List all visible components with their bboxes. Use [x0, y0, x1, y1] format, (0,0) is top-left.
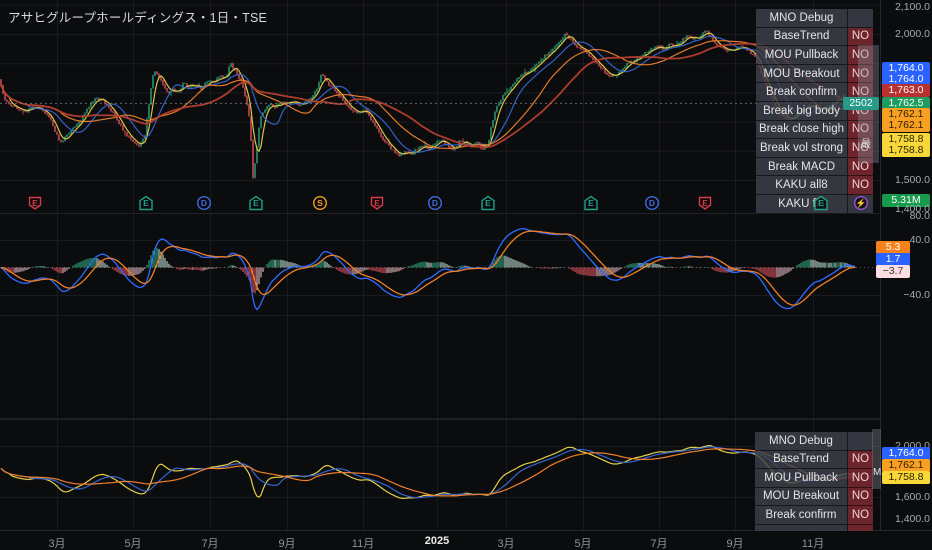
event-marker-circle: S — [312, 195, 328, 211]
table-row: Break vol strongNO — [756, 139, 873, 158]
value-panel-strip — [872, 429, 881, 489]
table-row: MNO Debug — [755, 432, 873, 451]
table-row-label: Break confirm — [756, 83, 848, 102]
table-row: MOU PullbackNO — [756, 46, 873, 65]
ticker-code-badge: 2502 — [843, 97, 879, 110]
price-badge: −3.7 — [876, 265, 910, 278]
svg-text:E: E — [702, 198, 708, 208]
x-axis-label: 5月 — [574, 535, 591, 550]
event-marker-house: E — [138, 195, 154, 211]
scale-label: 1,500.0 — [882, 174, 930, 187]
table-row-label: MOU Breakout — [755, 488, 848, 507]
table-row-value: NO — [848, 488, 873, 507]
table-row: MNO Debug — [756, 9, 873, 28]
price-badge: 1,758.8 — [882, 144, 930, 157]
table-row-label: MOU Breakout — [756, 65, 848, 84]
x-axis-label: 9月 — [278, 535, 295, 550]
svg-text:S: S — [317, 198, 323, 208]
svg-text:E: E — [32, 198, 38, 208]
svg-text:E: E — [485, 198, 491, 208]
table-row-partial — [755, 525, 873, 532]
trading-chart-window: アサヒグループホールディングス・1日・TSE E E D E S E D E E D E E ⚡ 2,1… — [0, 0, 932, 550]
table-row-value: NO — [848, 176, 873, 195]
table-row-value — [848, 9, 873, 28]
x-axis-label: 9月 — [726, 535, 743, 550]
scale-label: 1,600.0 — [882, 491, 930, 504]
table-row: KAKU all8NO — [756, 176, 873, 195]
x-axis-label: 7月 — [650, 535, 667, 550]
table-row-value: NO — [848, 28, 873, 47]
table-row-label: MOU Pullback — [755, 469, 848, 488]
svg-text:E: E — [588, 198, 594, 208]
table-row-label: BaseTrend — [755, 451, 848, 470]
table-row: Break close highNO — [756, 121, 873, 140]
scale-label: 1,400.0 — [882, 513, 930, 526]
table-row-label: Break MACD — [756, 158, 848, 177]
table-row-label: BaseTrend — [756, 28, 848, 47]
lightning-marker-circle: ⚡ — [853, 195, 869, 211]
svg-text:D: D — [649, 198, 655, 208]
table-row: BaseTrendNO — [756, 28, 873, 47]
table-row: MOU PullbackNO — [755, 469, 873, 488]
table-row: MOU BreakoutNO — [756, 65, 873, 84]
event-marker-house: E — [583, 195, 599, 211]
event-marker-circle: D — [427, 195, 443, 211]
svg-text:⚡: ⚡ — [856, 198, 867, 209]
event-marker-shield: E — [27, 195, 43, 211]
scale-text-fragment: 最 — [861, 135, 871, 150]
table-row: MOU BreakoutNO — [755, 488, 873, 507]
scale-label: 2,100.0 — [882, 1, 930, 14]
table-row-label: Break big body — [756, 102, 848, 121]
table-row-label: KAKU all8 — [756, 176, 848, 195]
indicator-status-table-bottom: MNO DebugBaseTrendNOMOU PullbackNOMOU Br… — [755, 432, 873, 531]
scale-label: 80.0 — [882, 210, 930, 223]
x-axis-label: 7月 — [201, 535, 218, 550]
table-row-label: MNO Debug — [756, 9, 848, 28]
table-row-label — [755, 525, 848, 532]
symbol-title[interactable]: アサヒグループホールディングス・1日・TSE — [8, 7, 267, 26]
x-axis-label: 11月 — [352, 535, 374, 550]
table-row-value: NO — [848, 451, 873, 470]
scale-text-fragment: M — [873, 467, 881, 478]
x-axis-label: 3月 — [497, 535, 514, 550]
table-row-label: Break vol strong — [756, 139, 848, 158]
table-row: Break MACDNO — [756, 158, 873, 177]
table-row-label: MNO Debug — [755, 432, 848, 451]
x-axis-label: 2025 — [425, 535, 449, 547]
price-badge: 1,762.1 — [882, 119, 930, 132]
table-row-value: NO — [848, 506, 873, 525]
table-row-label: Break confirm — [755, 506, 848, 525]
x-axis-label: 11月 — [802, 535, 824, 550]
x-axis-label: 3月 — [48, 535, 65, 550]
table-row: Break confirmNO — [755, 506, 873, 525]
table-row-value — [848, 525, 873, 532]
svg-text:E: E — [374, 198, 380, 208]
table-row-value: NO — [848, 469, 873, 488]
table-row-value — [848, 432, 873, 451]
event-marker-circle: D — [196, 195, 212, 211]
x-axis-label: 5月 — [124, 535, 141, 550]
svg-text:D: D — [201, 198, 207, 208]
table-row-label: KAKU fin — [756, 195, 848, 214]
scale-label: 2,000.0 — [882, 28, 930, 41]
scale-label: −40.0 — [882, 289, 930, 302]
event-marker-shield: E — [697, 195, 713, 211]
svg-text:D: D — [432, 198, 438, 208]
event-marker-house: E — [480, 195, 496, 211]
table-row: BaseTrendNO — [755, 451, 873, 470]
table-row-label: Break close high — [756, 121, 848, 140]
event-marker-circle: D — [644, 195, 660, 211]
price-badge: 1,758.8 — [882, 471, 930, 484]
price-badge: 1,763.0 — [882, 84, 930, 97]
svg-text:E: E — [143, 198, 149, 208]
event-marker-house: E — [248, 195, 264, 211]
event-marker-shield: E — [369, 195, 385, 211]
indicator-status-table-top: MNO DebugBaseTrendNOMOU PullbackNOMOU Br… — [756, 9, 873, 214]
table-row-label: MOU Pullback — [756, 46, 848, 65]
svg-text:E: E — [253, 198, 259, 208]
svg-text:E: E — [818, 198, 824, 208]
event-marker-house: E — [813, 195, 829, 211]
